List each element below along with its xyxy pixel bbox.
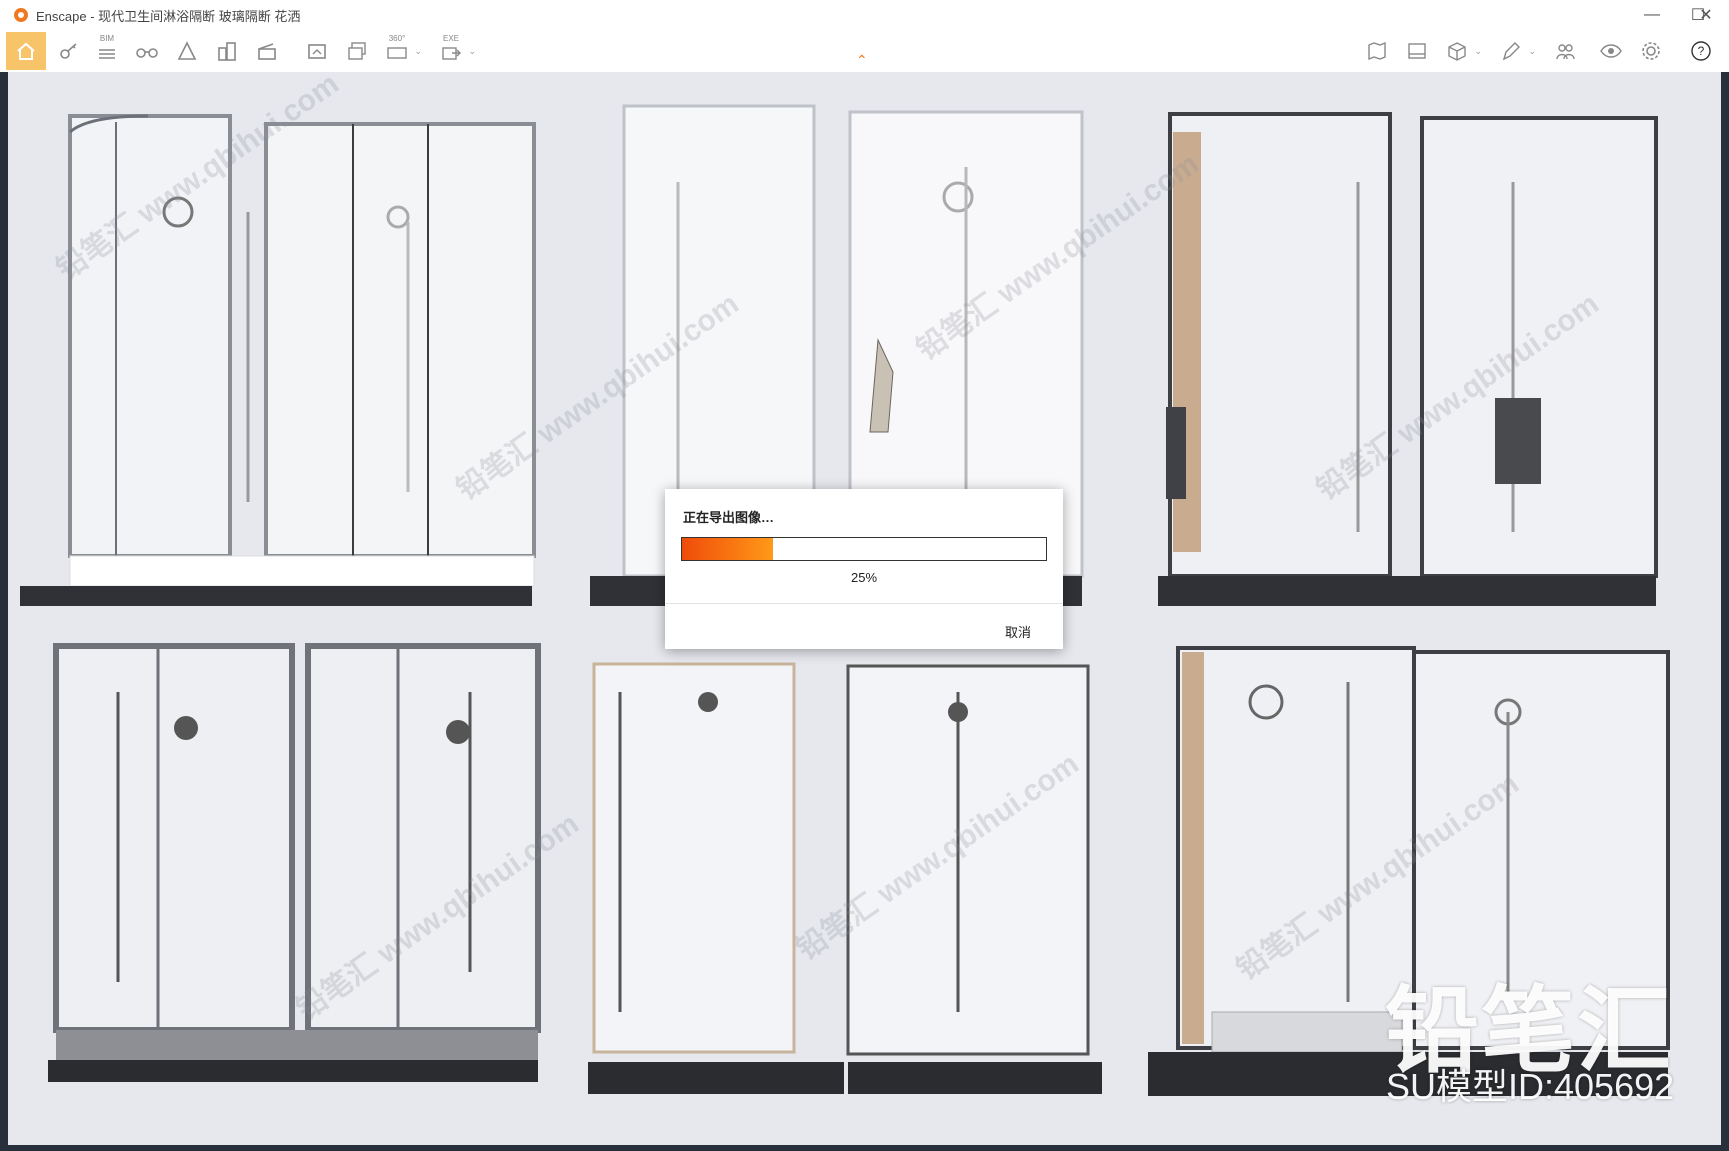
window-title: Enscape - 现代卫生间淋浴隔断 玻璃隔断 花洒 xyxy=(36,8,301,24)
clapperboard-icon xyxy=(258,43,276,60)
export-progress-dialog: 正在导出图像… 25% 取消 xyxy=(665,489,1063,649)
map-button[interactable] xyxy=(1362,36,1392,66)
batch-render-icon xyxy=(348,42,366,60)
chevron-down-icon: ⌄ xyxy=(468,46,476,56)
road-sign-button[interactable] xyxy=(172,36,202,66)
shower-cabin-3 xyxy=(1158,112,1658,606)
collaboration-button[interactable] xyxy=(1550,36,1580,66)
home-button[interactable] xyxy=(6,32,46,70)
key-icon xyxy=(60,43,77,59)
chevron-down-icon: ⌄ xyxy=(1528,46,1536,56)
progress-percent: 25% xyxy=(850,570,878,585)
video-editor-button[interactable] xyxy=(252,36,282,66)
batch-render-button[interactable] xyxy=(342,36,372,66)
title-bar: Enscape - 现代卫生间淋浴隔断 玻璃隔断 花洒 — ☐ ✕ xyxy=(0,0,1729,30)
map-icon xyxy=(1368,41,1386,61)
settings-button[interactable] xyxy=(1636,36,1666,66)
asset-library-button[interactable]: ⌄ xyxy=(1442,36,1482,66)
panorama-label: 360° xyxy=(388,34,406,43)
cancel-button[interactable]: 取消 xyxy=(1005,622,1031,641)
dialog-divider xyxy=(665,603,1063,604)
export-exe-label: EXE xyxy=(442,34,459,43)
shower-cabin-1 xyxy=(20,114,536,606)
binoculars-button[interactable] xyxy=(132,36,162,66)
progress-fill xyxy=(682,538,773,560)
gallery-button[interactable] xyxy=(1402,36,1432,66)
bim-icon xyxy=(99,49,115,59)
road-sign-icon xyxy=(177,41,197,60)
svg-text:?: ? xyxy=(1698,44,1705,58)
export-progress-bar xyxy=(681,537,1047,561)
home-icon xyxy=(17,42,35,60)
enscape-window: Enscape - 现代卫生间淋浴隔断 玻璃隔断 花洒 — ☐ ✕ BIM 36… xyxy=(0,0,1729,1151)
help-button[interactable]: ? xyxy=(1686,36,1716,66)
chevron-down-icon: ⌄ xyxy=(1474,46,1482,56)
buildings-button[interactable] xyxy=(212,36,242,66)
model-id-label: SU模型ID:405692 xyxy=(1386,1066,1675,1107)
shower-cabin-4 xyxy=(48,643,541,1082)
left-window-edge xyxy=(0,72,8,1145)
pen-icon xyxy=(1502,42,1520,61)
eye-icon xyxy=(1600,44,1622,58)
minimize-button[interactable]: — xyxy=(1629,0,1675,30)
panorama-button[interactable]: 360° ⌄ xyxy=(382,34,422,66)
export-exe-icon xyxy=(442,47,461,60)
export-exe-button[interactable]: EXE ⌄ xyxy=(436,34,476,66)
panorama-360-icon xyxy=(387,47,407,59)
screenshot-icon xyxy=(308,44,326,59)
enscape-logo-icon xyxy=(14,8,28,22)
bottom-window-edge xyxy=(0,1145,1729,1151)
gear-icon xyxy=(1642,42,1660,60)
shower-cabin-5 xyxy=(588,662,1102,1094)
dialog-title: 正在导出图像… xyxy=(683,510,775,525)
chevron-down-icon: ⌄ xyxy=(414,46,422,56)
cube-icon xyxy=(1448,42,1466,61)
material-editor-button[interactable]: ⌄ xyxy=(1496,36,1536,66)
people-icon xyxy=(1556,44,1575,60)
buildings-icon xyxy=(218,42,236,61)
right-window-edge xyxy=(1721,72,1729,1145)
bim-button[interactable]: BIM xyxy=(92,34,122,66)
visual-settings-button[interactable] xyxy=(1596,36,1626,66)
help-icon: ? xyxy=(1691,41,1711,61)
key-button[interactable] xyxy=(54,36,84,66)
screenshot-button[interactable] xyxy=(302,36,332,66)
binoculars-icon xyxy=(136,48,158,58)
gallery-icon xyxy=(1408,43,1426,59)
collapse-toolbar-icon[interactable]: ⌃ xyxy=(856,52,868,69)
bim-label: BIM xyxy=(99,34,115,43)
close-button[interactable]: ✕ xyxy=(1683,0,1729,30)
